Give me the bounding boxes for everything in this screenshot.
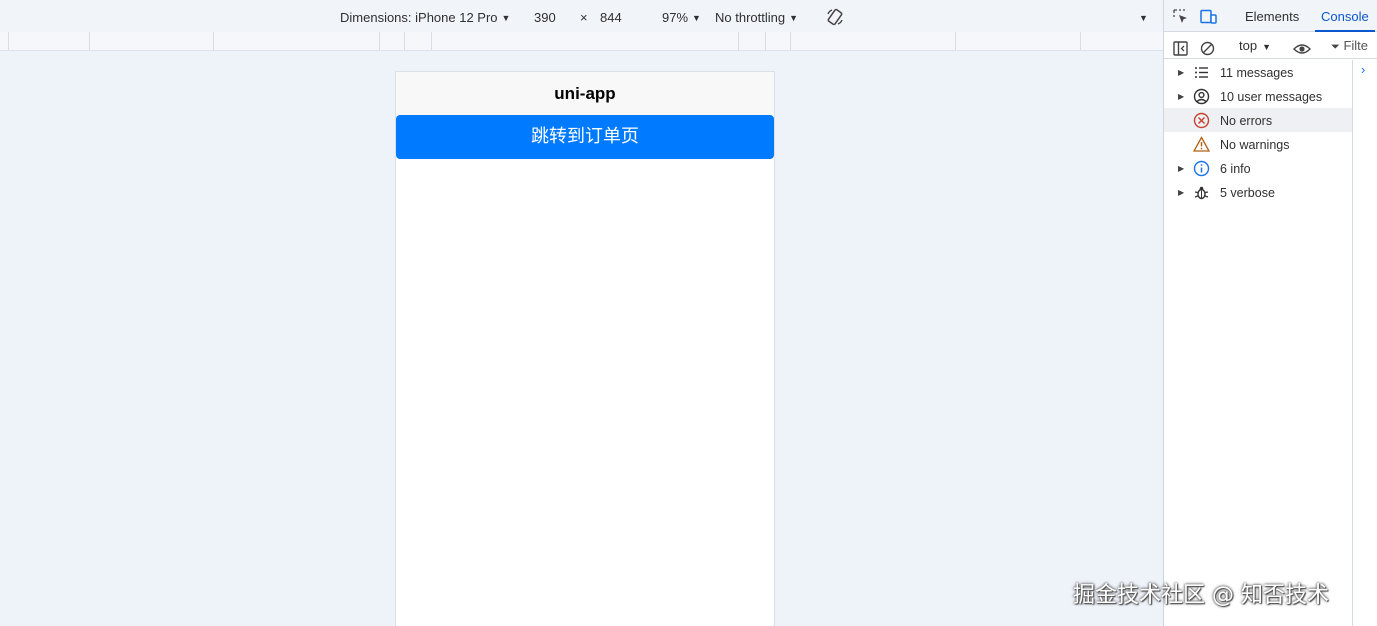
expand-arrow-icon: ▶	[1178, 188, 1185, 197]
sidebar-item-user-messages[interactable]: ▶ 10 user messages	[1164, 84, 1352, 108]
caret-down-icon: ▼	[501, 13, 511, 23]
expand-arrow-icon: ▶	[1178, 164, 1185, 173]
zoom-select[interactable]: 97% ▼	[662, 0, 701, 32]
clear-console-icon[interactable]	[1200, 38, 1215, 56]
inspect-element-icon[interactable]	[1173, 9, 1189, 25]
ruler-tick	[790, 32, 791, 50]
bug-icon	[1193, 184, 1210, 201]
sidebar-item-label: No errors	[1220, 114, 1273, 128]
sidebar-item-label: No warnings	[1220, 138, 1290, 152]
filter-icon: ⏷	[1331, 41, 1340, 53]
filter-input[interactable]: ⏷ Filte	[1331, 32, 1368, 59]
device-dimensions-label: Dimensions: iPhone 12 Pro	[340, 10, 498, 25]
ruler-tick	[765, 32, 766, 50]
user-circle-icon	[1193, 88, 1210, 105]
info-circle-icon	[1193, 160, 1210, 177]
live-expression-eye-icon[interactable]	[1293, 38, 1311, 54]
sidebar-item-verbose[interactable]: ▶ 5 verbose	[1164, 180, 1352, 204]
context-select[interactable]: top ▼	[1239, 32, 1271, 59]
ruler-tick	[213, 32, 214, 50]
filter-placeholder: Filte	[1343, 38, 1368, 53]
ruler-tick	[1080, 32, 1081, 50]
sidebar-item-errors[interactable]: No errors	[1164, 108, 1352, 132]
watermark-text: 掘金技术社区 @ 知否技术	[1073, 583, 1329, 608]
ruler-tick	[379, 32, 380, 50]
caret-down-icon: ▼	[692, 13, 701, 23]
ruler-tick	[738, 32, 739, 50]
more-options-caret-icon[interactable]: ▼	[1139, 0, 1148, 32]
context-value: top	[1239, 38, 1258, 53]
zoom-value: 97%	[662, 10, 689, 25]
rotate-icon[interactable]	[826, 8, 844, 26]
sidebar-item-label: 5 verbose	[1220, 186, 1275, 200]
throttling-value: No throttling	[715, 10, 786, 25]
error-circle-icon	[1193, 112, 1210, 129]
console-toolbar: top ▼ ⏷ Filte	[1164, 32, 1377, 59]
devtools-panel: Elements Console top ▼ ⏷ Filte ▶ 11 messa…	[1163, 0, 1377, 626]
sidebar-item-info[interactable]: ▶ 6 info	[1164, 156, 1352, 180]
media-query-ruler	[0, 32, 1163, 51]
device-toolbar: Dimensions: iPhone 12 Pro ▼ 390 × 844 97%…	[0, 0, 1163, 32]
times-separator: ×	[580, 10, 588, 25]
caret-down-icon: ▼	[789, 13, 799, 23]
tab-elements[interactable]: Elements	[1245, 0, 1299, 32]
height-input[interactable]: 844	[600, 0, 622, 32]
throttling-select[interactable]: No throttling ▼	[715, 0, 798, 32]
warning-triangle-icon	[1192, 136, 1211, 153]
devtools-tab-bar: Elements Console	[1164, 0, 1377, 32]
sidebar-item-label: 6 info	[1220, 162, 1251, 176]
ruler-tick	[431, 32, 432, 50]
tab-console[interactable]: Console	[1315, 0, 1375, 32]
sidebar-item-messages[interactable]: ▶ 11 messages	[1164, 60, 1352, 84]
go-to-order-page-button[interactable]: 跳转到订单页	[396, 115, 774, 159]
ruler-tick	[404, 32, 405, 50]
sidebar-toggle-icon[interactable]	[1173, 38, 1188, 56]
device-select[interactable]: Dimensions: iPhone 12 Pro ▼	[340, 0, 510, 32]
console-sidebar: ▶ 11 messages ▶ 10 user messages No erro…	[1164, 60, 1352, 204]
list-icon	[1193, 64, 1210, 81]
device-toggle-icon[interactable]	[1200, 9, 1217, 25]
chevron-right-icon[interactable]: ›	[1361, 62, 1365, 77]
expand-arrow-icon: ▶	[1178, 92, 1185, 101]
nav-bar-title: uni-app	[396, 72, 774, 115]
expand-arrow-icon: ▶	[1178, 68, 1185, 77]
width-input[interactable]: 390	[534, 0, 556, 32]
ruler-tick	[955, 32, 956, 50]
caret-down-icon: ▼	[1262, 42, 1271, 52]
sidebar-item-warnings[interactable]: No warnings	[1164, 132, 1352, 156]
sidebar-item-label: 10 user messages	[1220, 90, 1323, 104]
emulated-device-viewport: uni-app 跳转到订单页	[395, 71, 775, 626]
ruler-tick	[89, 32, 90, 50]
ruler-tick	[8, 32, 9, 50]
sidebar-divider[interactable]	[1352, 60, 1353, 626]
sidebar-item-label: 11 messages	[1220, 66, 1294, 80]
